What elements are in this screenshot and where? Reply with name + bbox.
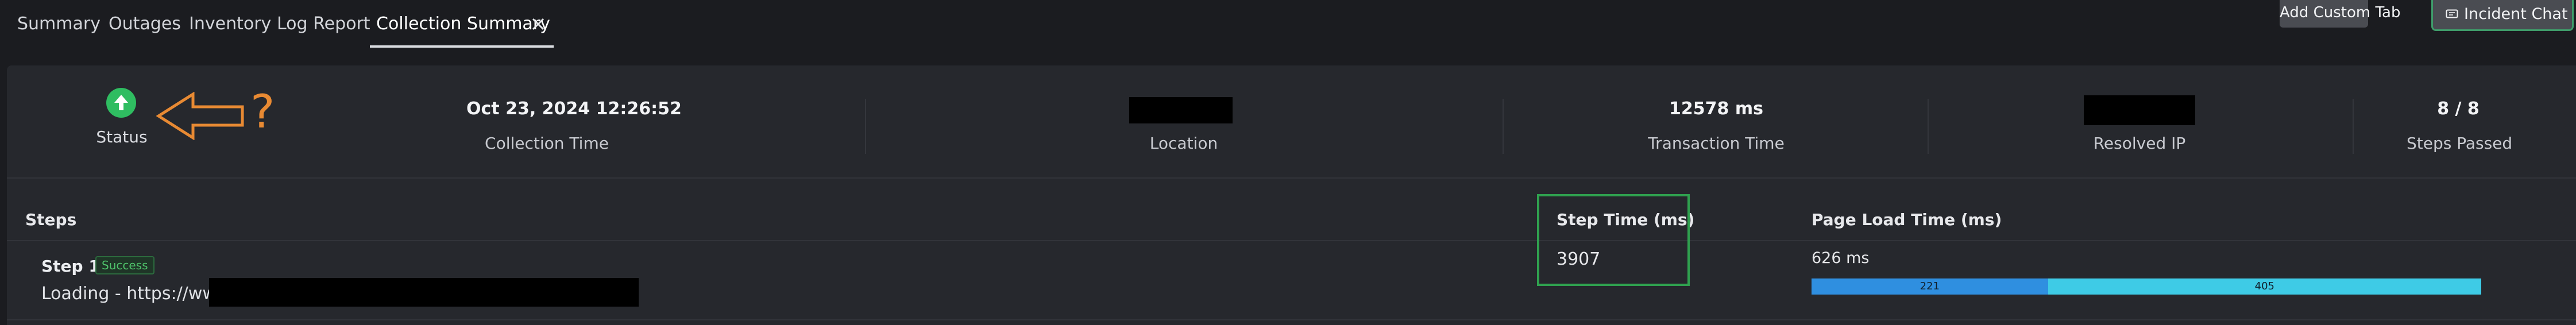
annotation-arrow-icon: [156, 92, 244, 140]
incident-chat-label: Incident Chat: [2464, 5, 2568, 23]
steps-passed-value: 8 / 8: [2437, 99, 2480, 119]
location-redacted: [1129, 97, 1233, 123]
tab-log-report[interactable]: Log Report: [277, 14, 370, 34]
page-load-time-value: 626 ms: [1812, 249, 1870, 267]
breakdown-segment[interactable]: 405: [2048, 278, 2481, 295]
highlight-box: [1537, 194, 1690, 286]
status-label: Status: [96, 127, 148, 146]
divider: [1503, 99, 1504, 154]
resolved-ip-redacted: [2084, 95, 2195, 125]
resolved-ip-label: Resolved IP: [2093, 134, 2186, 153]
transaction-time-value: 12578 ms: [1669, 99, 1763, 119]
location-label: Location: [1149, 134, 1218, 153]
table-header-divider: [7, 240, 2576, 241]
incident-chat-button[interactable]: Incident Chat: [2431, 0, 2574, 31]
tab-summary[interactable]: Summary: [17, 14, 101, 34]
collection-time-value: Oct 23, 2024 12:26:52: [466, 99, 682, 119]
divider: [2353, 99, 2354, 154]
annotation-question-mark: ?: [250, 85, 275, 138]
url-redacted: [209, 278, 639, 307]
active-tab-indicator: [370, 45, 554, 48]
add-custom-tab-button[interactable]: Add Custom Tab: [2280, 0, 2401, 28]
page-load-time-column-header: Page Load Time (ms): [1812, 210, 2002, 229]
section-divider: [7, 177, 2576, 179]
close-icon[interactable]: [530, 14, 547, 33]
steps-passed-label: Steps Passed: [2407, 134, 2513, 153]
row-divider: [7, 319, 2576, 320]
chat-icon: [2446, 9, 2458, 18]
step-url: Loading - https://www.: [41, 284, 235, 304]
tab-inventory[interactable]: Inventory: [189, 14, 271, 34]
tab-outages[interactable]: Outages: [109, 14, 181, 34]
divider: [865, 99, 866, 154]
status-up-icon: [106, 88, 136, 118]
transaction-time-label: Transaction Time: [1648, 134, 1785, 153]
tab-bar: Summary Outages Inventory Log Report Col…: [0, 0, 2576, 49]
collection-time-label: Collection Time: [485, 134, 609, 153]
tab-collection-summary[interactable]: Collection Summary: [376, 14, 550, 34]
breakdown-segment[interactable]: 221: [1812, 278, 2048, 295]
steps-column-header: Steps: [25, 210, 77, 229]
divider: [1928, 99, 1929, 154]
page-load-breakdown-bar: 221 405: [1812, 278, 2481, 295]
step-name: Step 1: [41, 257, 100, 276]
status-badge: Success: [95, 256, 155, 274]
